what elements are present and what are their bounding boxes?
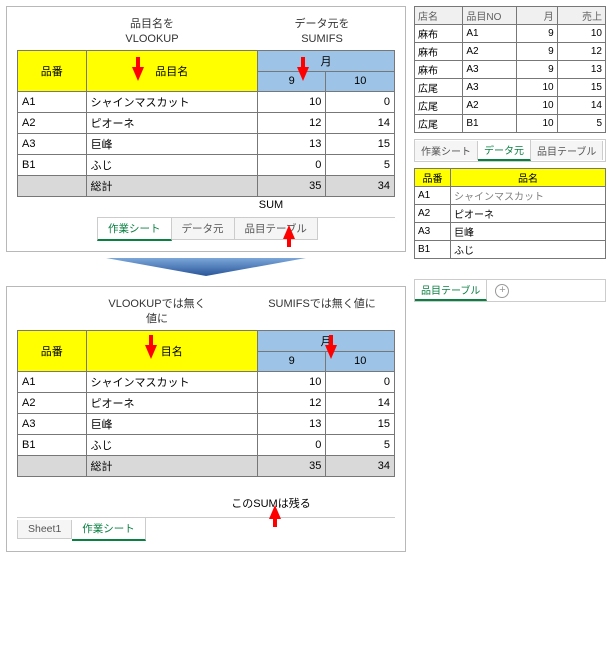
arrow-up-icon <box>269 505 281 519</box>
worksheet-table-top: 品番 品目名 月 9 10 A1シャインマスカット100 A2ピオーネ1214 … <box>17 50 395 197</box>
col-hinmokumei[interactable]: 品目名 <box>86 50 257 91</box>
col-month[interactable]: 月 <box>257 50 394 71</box>
arrow-down-icon <box>145 347 157 359</box>
col-hinban[interactable]: 品番 <box>18 50 87 91</box>
sheet-tabs-top: 作業シート データ元 品目テーブル <box>97 217 395 241</box>
tab-lookup[interactable]: 品目テーブル <box>531 141 603 160</box>
lookup-table: 品番 品名 A1シャインマスカット A2ピオーネ A3巨峰 B1ふじ <box>414 168 606 259</box>
col-10[interactable]: 10 <box>326 71 395 91</box>
sum-label: SUM <box>147 199 395 211</box>
tab-lookup[interactable]: 品目テーブル <box>415 280 487 301</box>
worksheet-table-bottom: 品番 目名 月 9 10 A1シャインマスカット100 A2ピオーネ1214 A… <box>17 330 395 477</box>
arrow-down-icon <box>325 347 337 359</box>
add-sheet-icon[interactable]: + <box>495 284 509 298</box>
sheet-tabs-bottom: Sheet1 作業シート <box>17 517 395 541</box>
tab-datasource[interactable]: データ元 <box>478 140 531 161</box>
source-table: 店名 品目NO 月 売上 麻布A1910 麻布A2912 麻布A3913 広尾A… <box>414 6 606 133</box>
arrow-down-icon <box>132 69 144 81</box>
arrow-down-icon <box>297 69 309 81</box>
col-9[interactable]: 9 <box>257 71 326 91</box>
tab-worksheet[interactable]: 作業シート <box>97 218 172 241</box>
worksheet-panel-bottom: VLOOKUPでは無く 値に SUMIFSでは無く値に 品番 目名 月 9 10 <box>6 286 406 552</box>
tab-worksheet[interactable]: 作業シート <box>72 518 146 541</box>
caption-vlookup-value: VLOOKUPでは無く 値に <box>87 297 227 328</box>
tab-worksheet[interactable]: 作業シート <box>415 141 478 160</box>
tab-sheet1[interactable]: Sheet1 <box>17 520 72 539</box>
caption-sumifs-value: SUMIFSでは無く値に <box>257 297 387 328</box>
arrow-up-icon <box>283 225 295 239</box>
tab-lookup[interactable]: 品目テーブル <box>235 218 318 240</box>
caption-sumifs: データ元を SUMIFS <box>272 17 372 48</box>
caption-vlookup: 品目名を VLOOKUP <box>92 17 212 48</box>
sheet-tabs-source: 作業シート データ元 品目テーブル <box>414 139 606 162</box>
tab-datasource[interactable]: データ元 <box>172 218 235 240</box>
worksheet-panel-top: 品目名を VLOOKUP データ元を SUMIFS 品番 品目名 月 9 10 <box>6 6 406 252</box>
sheet-tabs-lookup: 品目テーブル + <box>414 279 606 302</box>
flow-arrow-icon <box>96 256 316 278</box>
